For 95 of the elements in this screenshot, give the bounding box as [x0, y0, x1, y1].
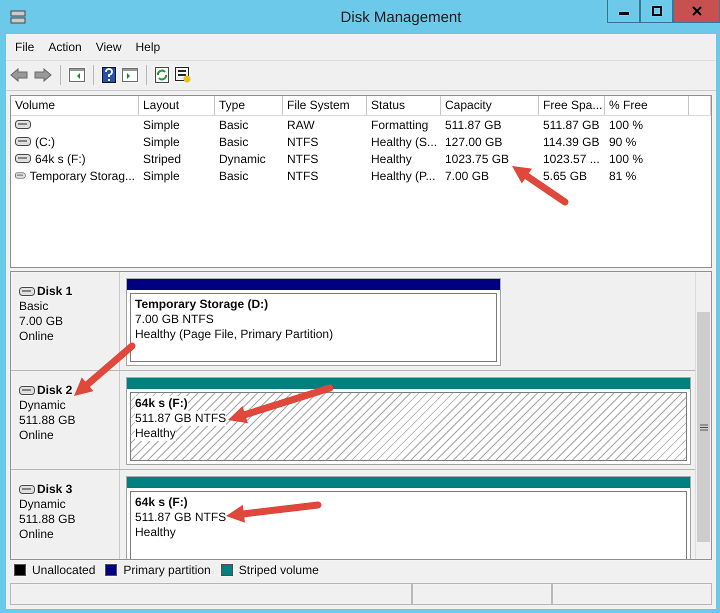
disk-status: Online [19, 527, 55, 542]
refresh-icon[interactable] [155, 67, 169, 84]
maximize-button[interactable] [640, 0, 673, 23]
column-header[interactable]: Type [215, 96, 283, 116]
disk-type: Basic [19, 299, 50, 314]
back-icon[interactable] [10, 68, 28, 82]
table-cell: Healthy (S... [371, 134, 438, 149]
close-icon [692, 6, 702, 16]
drive-icon [15, 154, 31, 164]
partition-title: 64k s (F:) [135, 495, 188, 510]
disk-name: Disk 2 [37, 383, 72, 398]
app-icon [10, 10, 26, 24]
table-cell: 511.87 GB [445, 118, 502, 132]
table-cell: NTFS [287, 134, 318, 149]
drive-icon [19, 485, 35, 494]
table-cell: 100 % [609, 118, 644, 132]
help-icon[interactable] [102, 67, 116, 84]
table-cell: Formatting [371, 118, 428, 132]
column-header[interactable]: Capacity [441, 96, 539, 116]
table-cell: 64k s (F:) [35, 152, 86, 166]
table-cell: 511.87 GB [543, 118, 600, 132]
properties-icon[interactable] [175, 67, 191, 84]
disk-type: Dynamic [19, 398, 67, 414]
disk-size: 7.00 GB [19, 314, 64, 330]
drive-icon [15, 171, 26, 180]
partition-status: Healthy [135, 525, 176, 540]
column-header[interactable]: Layout [139, 96, 215, 116]
grip-icon [700, 424, 708, 431]
pane-icon[interactable] [122, 68, 138, 82]
column-header[interactable]: % Free [605, 96, 689, 116]
column-header[interactable]: File System [283, 96, 367, 116]
drive-icon [19, 386, 35, 396]
menu-item[interactable]: File [10, 40, 40, 54]
table-cell: Basic [219, 118, 248, 132]
partition-size: 511.87 GB NTFS [135, 510, 226, 526]
table-cell: NTFS [287, 168, 318, 183]
disk-size: 511.88 GB [19, 512, 76, 528]
disk-status: Online [19, 329, 55, 344]
partition-size: 7.00 GB NTFS [135, 312, 214, 328]
annotation-arrow [512, 166, 568, 206]
table-cell: 1023.75 GB [445, 152, 510, 166]
table-cell: 127.00 GB [445, 134, 502, 149]
table-cell: Simple [143, 168, 180, 183]
menu-item[interactable]: View [90, 40, 126, 54]
table-cell: 1023.57 ... [543, 152, 600, 166]
drive-icon [15, 137, 31, 146]
partition-status: Healthy (Page File, Primary Partition) [135, 327, 334, 342]
drive-icon [15, 120, 31, 130]
menu-item[interactable]: Action [43, 40, 87, 54]
disk-type: Dynamic [19, 497, 67, 512]
maximize-icon [652, 6, 662, 16]
partition-title: 64k s (F:) [135, 396, 188, 412]
close-button[interactable] [673, 0, 720, 23]
legend-label: Striped volume [238, 562, 319, 577]
column-header[interactable]: Free Spa... [539, 96, 605, 116]
legend-label: Primary partition [123, 562, 211, 577]
table-cell: Basic [219, 168, 248, 183]
table-cell: Temporary Storag... [30, 168, 135, 183]
drive-icon [19, 287, 35, 296]
disk-size: 511.88 GB [19, 413, 76, 428]
partition-block[interactable]: 64k s (F:) 511.87 GB NTFS Healthy [126, 377, 691, 466]
partition-status: Healthy [135, 426, 176, 442]
column-header[interactable]: Volume [11, 96, 139, 116]
table-cell: 114.39 GB [543, 134, 600, 149]
table-cell: Healthy (P... [371, 168, 436, 183]
window-title: Disk Management [340, 8, 462, 26]
table-cell: 100 % [609, 152, 644, 166]
legend-label: Unallocated [32, 562, 96, 577]
table-cell: RAW [287, 118, 315, 132]
partition-title: Temporary Storage (D:) [135, 297, 268, 312]
forward-icon[interactable] [34, 68, 52, 82]
disk-status: Online [19, 428, 55, 444]
table-cell: Healthy [371, 152, 412, 166]
table-cell: NTFS [287, 152, 318, 166]
table-cell: Dynamic [219, 152, 266, 166]
table-cell: Simple [143, 134, 180, 149]
disk-name: Disk 1 [37, 284, 72, 300]
table-cell: 5.65 GB [543, 168, 588, 183]
column-header[interactable]: Status [367, 96, 441, 116]
annotation-arrow [74, 342, 136, 396]
partition-size: 511.87 GB NTFS [135, 411, 226, 426]
partition-block[interactable]: Temporary Storage (D:) 7.00 GB NTFS Healthy (Page File, Primary Partition) [126, 278, 501, 366]
table-cell: Simple [143, 118, 180, 132]
disk-name: Disk 3 [37, 482, 72, 498]
table-cell: (C:) [35, 134, 55, 149]
table-cell: Basic [219, 134, 248, 149]
table-cell: 7.00 GB [445, 168, 490, 183]
partition-block[interactable]: 64k s (F:) 511.87 GB NTFS Healthy [126, 476, 691, 559]
table-cell: 81 % [609, 168, 636, 183]
minimize-button[interactable] [607, 0, 640, 23]
pane-icon[interactable] [69, 68, 85, 82]
menu-item[interactable]: Help [130, 40, 166, 54]
table-cell: 90 % [609, 134, 636, 149]
table-cell: Striped [143, 152, 182, 166]
scrollbar[interactable] [695, 272, 711, 559]
